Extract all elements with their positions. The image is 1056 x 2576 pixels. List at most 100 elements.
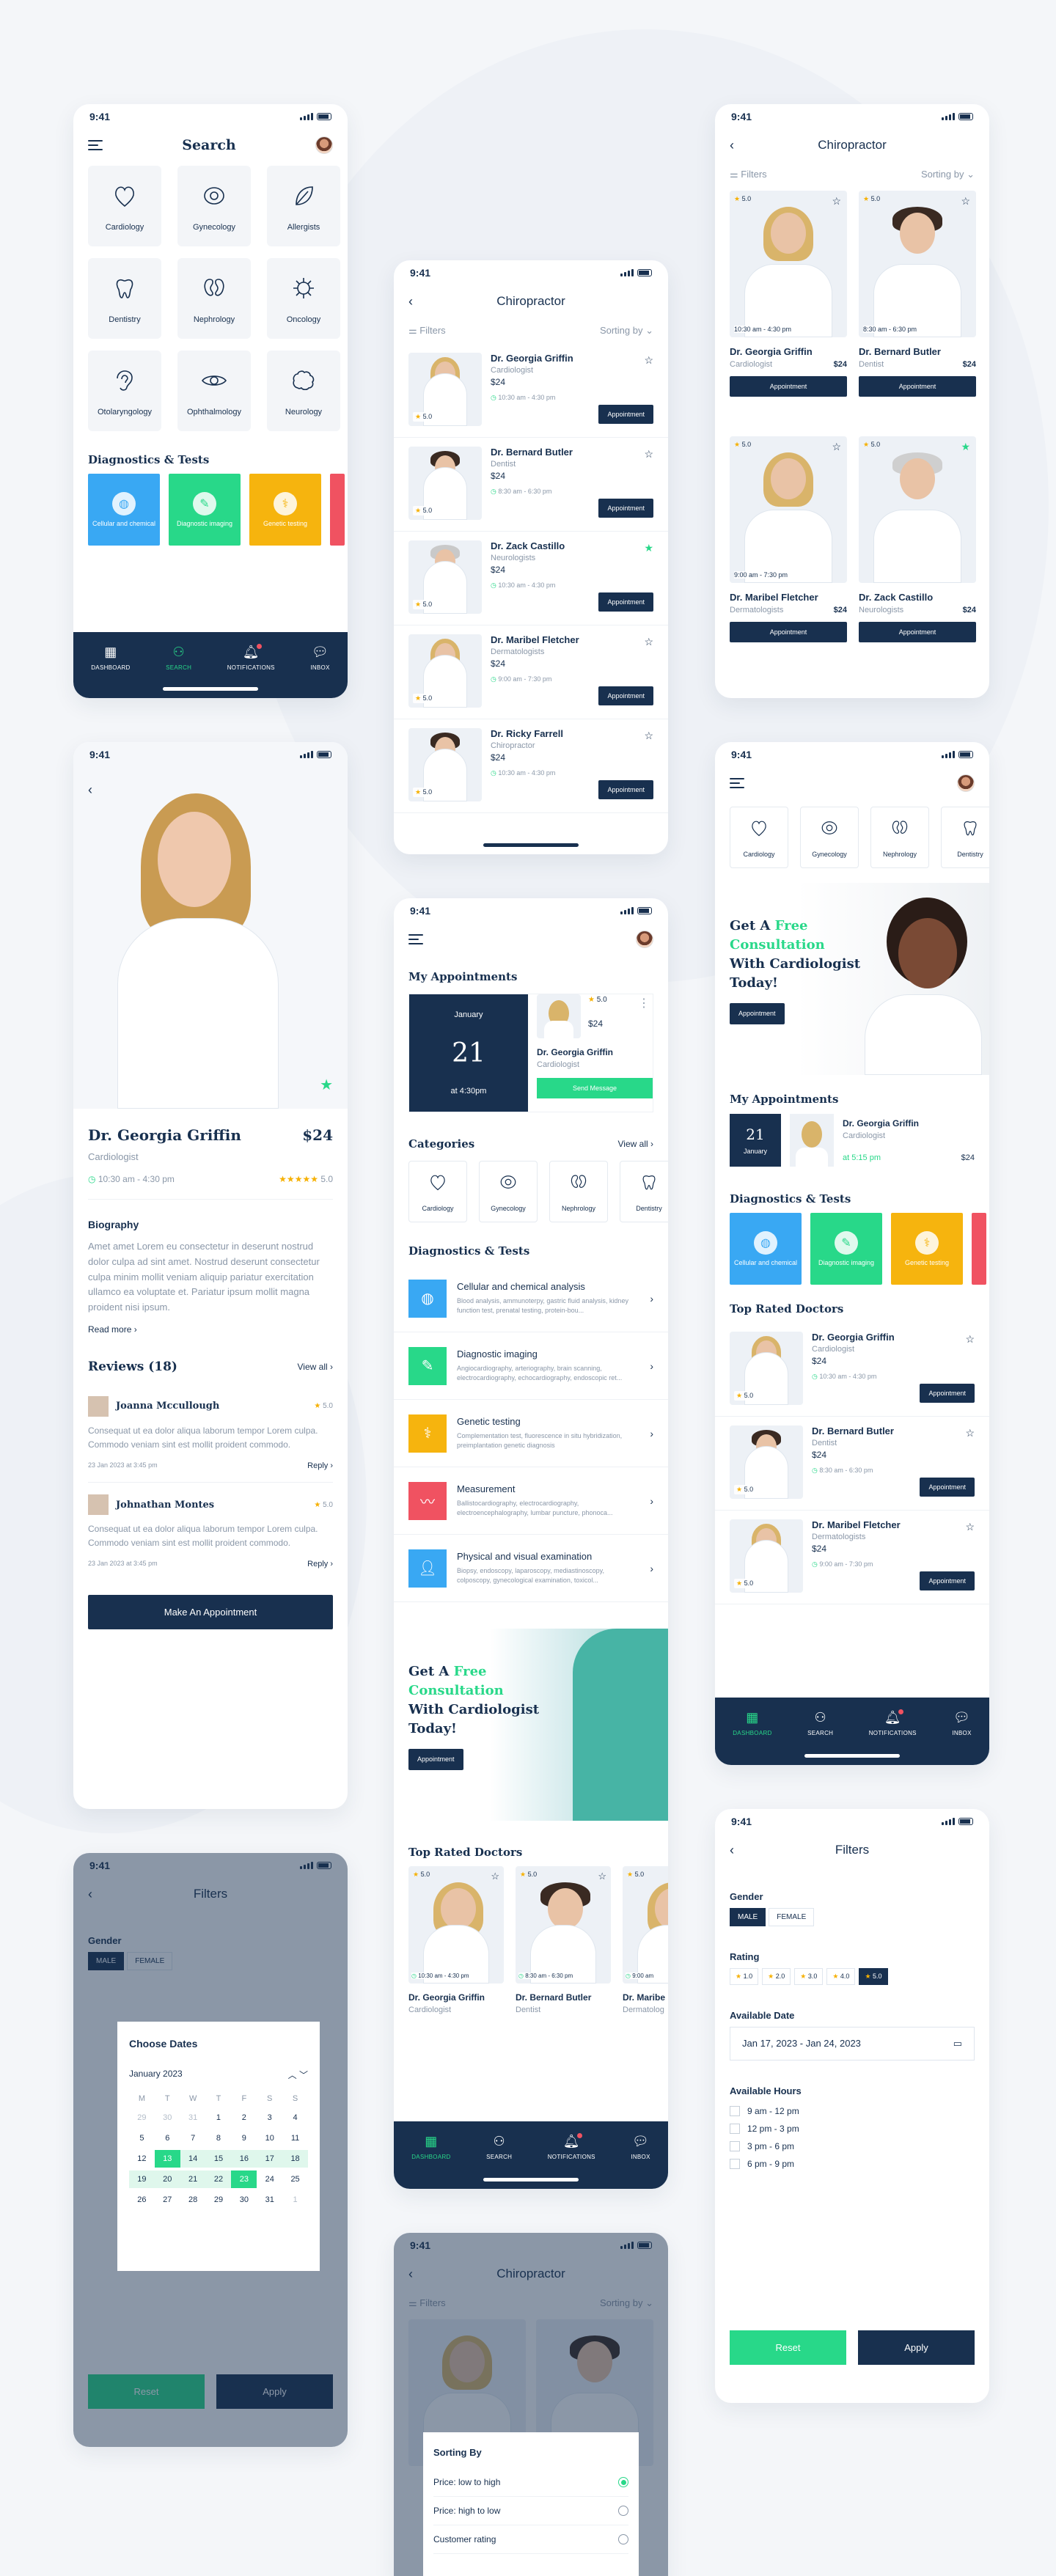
diagnostic-item[interactable]: ◍ Cellular and chemical analysis Blood ana… (394, 1265, 668, 1332)
hour-checkbox[interactable]: 3 pm - 6 pm (715, 2138, 989, 2155)
rating-chip[interactable]: ★ 2.0 (762, 1968, 791, 1985)
appointment-button[interactable]: Appointment (598, 592, 653, 612)
favorite-star-icon[interactable]: ☆ (961, 195, 970, 208)
doctor-row[interactable]: 5.0 Dr. Ricky Farrell Chiropractor $24 10:3… (394, 719, 668, 813)
appointment-button[interactable]: Appointment (859, 376, 976, 397)
favorite-star-icon[interactable]: ☆ (832, 195, 841, 208)
back-icon[interactable]: ‹ (408, 294, 423, 309)
favorite-star-icon[interactable]: ☆ (644, 730, 653, 742)
doctor-card[interactable]: ★ 5.0 ☆ ◷ 9:00 am Dr. Maribe Dermatolog (623, 1866, 668, 2014)
calendar-day[interactable]: 31 (180, 2109, 206, 2127)
sort-option[interactable]: Price: high to low (433, 2497, 628, 2525)
tab-dashboard[interactable]: ▦ DASHBOARD (91, 645, 130, 698)
avatar[interactable] (636, 931, 653, 948)
favorite-star-icon[interactable]: ☆ (598, 1871, 606, 1882)
calendar-day[interactable]: 10 (257, 2129, 282, 2147)
sort-option[interactable]: Customer rating (433, 2525, 628, 2554)
calendar-day[interactable]: 25 (282, 2170, 308, 2188)
calendar-day[interactable]: 13 (154, 2150, 180, 2168)
appointment-button[interactable]: Appointment (920, 1571, 975, 1590)
avatar[interactable] (315, 136, 333, 154)
diagnostic-tile[interactable] (330, 474, 345, 546)
diagnostic-tile[interactable]: ⚕ Genetic testing (249, 474, 321, 546)
next-month-icon[interactable]: ﹀ (299, 2070, 308, 2080)
hour-checkbox[interactable]: 12 pm - 3 pm (715, 2120, 989, 2138)
calendar-day[interactable]: 1 (282, 2191, 308, 2209)
calendar-day[interactable]: 31 (257, 2191, 282, 2209)
tab-inbox[interactable]: 💬︎ INBOX (631, 2135, 650, 2189)
favorite-star-icon[interactable]: ☆ (644, 448, 653, 460)
back-icon[interactable]: ‹ (730, 1843, 744, 1858)
tab-inbox[interactable]: 💬︎ INBOX (310, 645, 329, 698)
favorite-star-icon[interactable]: ☆ (644, 636, 653, 648)
category-oncology[interactable]: Oncology (267, 258, 340, 339)
category-cardiology[interactable]: Cardiology (88, 166, 161, 246)
calendar-day[interactable]: 29 (206, 2191, 232, 2209)
favorite-star-icon[interactable]: ☆ (965, 1427, 975, 1439)
calendar-day[interactable]: 1 (206, 2109, 232, 2127)
doctor-row[interactable]: 5.0 Dr. Bernard Butler Dentist $24 8:30 am … (394, 438, 668, 532)
reply-link[interactable]: Reply › (307, 1461, 333, 1470)
calendar-day[interactable]: 3 (257, 2109, 282, 2127)
calendar-day[interactable]: 15 (205, 2150, 232, 2168)
diagnostic-tile[interactable]: ⚕ Genetic testing (891, 1213, 963, 1285)
favorite-star-icon[interactable]: ☆ (832, 441, 841, 453)
appointment-button[interactable]: Appointment (598, 780, 653, 799)
favorite-star-icon[interactable]: ★ (961, 441, 970, 453)
calendar-day[interactable]: 30 (155, 2109, 180, 2127)
checkbox[interactable] (730, 2159, 740, 2169)
category-ophthalmology[interactable]: Ophthalmology (177, 351, 251, 431)
appointment-button[interactable]: Appointment (598, 686, 653, 705)
male-chip[interactable]: MALE (730, 1908, 766, 1926)
appointment-button[interactable]: Appointment (598, 405, 653, 424)
doctor-row[interactable]: 5.0 Dr. Bernard Butler Dentist $24 8:30 am … (715, 1417, 989, 1511)
category-nephrology[interactable]: Nephrology (870, 807, 929, 868)
filters-button[interactable]: ⚌ Filters (730, 169, 767, 180)
calendar-day[interactable]: 27 (155, 2191, 180, 2209)
diagnostic-item[interactable]: 〰 Measurement Ballistocardiography, electr… (394, 1467, 668, 1535)
female-chip[interactable]: FEMALE (769, 1908, 815, 1926)
calendar-day[interactable]: 5 (129, 2129, 155, 2147)
appointment-button[interactable]: Appointment (859, 622, 976, 642)
calendar-day[interactable]: 8 (206, 2129, 232, 2147)
calendar-day[interactable]: 4 (282, 2109, 308, 2127)
doctor-card[interactable]: ★ 5.0 ☆ 9:00 am - 7:30 pm Dr. Maribel Fl… (730, 436, 847, 642)
appointment-button[interactable]: Appointment (730, 376, 847, 397)
tab-dashboard[interactable]: ▦ DASHBOARD (733, 1711, 771, 1765)
rating-chip[interactable]: ★ 3.0 (794, 1968, 824, 1985)
calendar-day[interactable]: 19 (129, 2170, 155, 2188)
tab-dashboard[interactable]: ▦ DASHBOARD (411, 2135, 450, 2189)
checkbox[interactable] (730, 2124, 740, 2134)
doctor-row[interactable]: 5.0 Dr. Zack Castillo Neurologists $24 10:3… (394, 532, 668, 625)
rating-chip[interactable]: ★ 1.0 (730, 1968, 759, 1985)
radio-button[interactable] (618, 2477, 628, 2487)
calendar-day[interactable]: 7 (180, 2129, 206, 2147)
doctor-card[interactable]: ★ 5.0 ★ Dr. Zack Castillo Neurologists $2… (859, 436, 976, 642)
category-gynecology[interactable]: Gynecology (479, 1161, 538, 1222)
calendar-day[interactable]: 11 (282, 2129, 308, 2147)
category-nephrology[interactable]: Nephrology (549, 1161, 608, 1222)
radio-button[interactable] (618, 2534, 628, 2544)
favorite-star-icon[interactable]: ★ (320, 1076, 333, 1094)
filters-button[interactable]: ⚌ Filters (408, 325, 446, 337)
diagnostic-item[interactable]: ⚕ Genetic testing Complementation test, fl… (394, 1400, 668, 1467)
calendar-day[interactable]: 17 (257, 2150, 283, 2168)
favorite-star-icon[interactable]: ☆ (965, 1521, 975, 1533)
prev-month-icon[interactable]: ︿ (288, 2070, 297, 2080)
category-gynecology[interactable]: Gynecology (800, 807, 859, 868)
menu-icon[interactable] (730, 778, 744, 788)
category-cardiology[interactable]: Cardiology (408, 1161, 467, 1222)
promo-appointment-button[interactable]: Appointment (730, 1003, 785, 1025)
back-icon[interactable]: ‹ (88, 782, 103, 798)
date-range-field[interactable]: Jan 17, 2023 - Jan 24, 2023 ▭ (730, 2027, 975, 2061)
calendar-day[interactable]: 26 (129, 2191, 155, 2209)
diagnostic-tile[interactable]: ✎ Diagnostic imaging (169, 474, 241, 546)
diagnostic-tile[interactable]: ◍ Cellular and chemical (730, 1213, 802, 1285)
doctor-card[interactable]: ★ 5.0 ☆ 8:30 am - 6:30 pm Dr. Bernard Bu… (859, 191, 976, 397)
appointment-card[interactable]: January 21 at 4:30pm ★ 5.0 $24 Dr. Georgi… (408, 994, 653, 1112)
diagnostic-tile[interactable]: ✎ Diagnostic imaging (810, 1213, 882, 1285)
diagnostic-tile[interactable] (972, 1213, 986, 1285)
avatar[interactable] (957, 774, 975, 792)
reset-button[interactable]: Reset (730, 2330, 846, 2365)
view-all-categories-link[interactable]: View all › (618, 1139, 653, 1149)
